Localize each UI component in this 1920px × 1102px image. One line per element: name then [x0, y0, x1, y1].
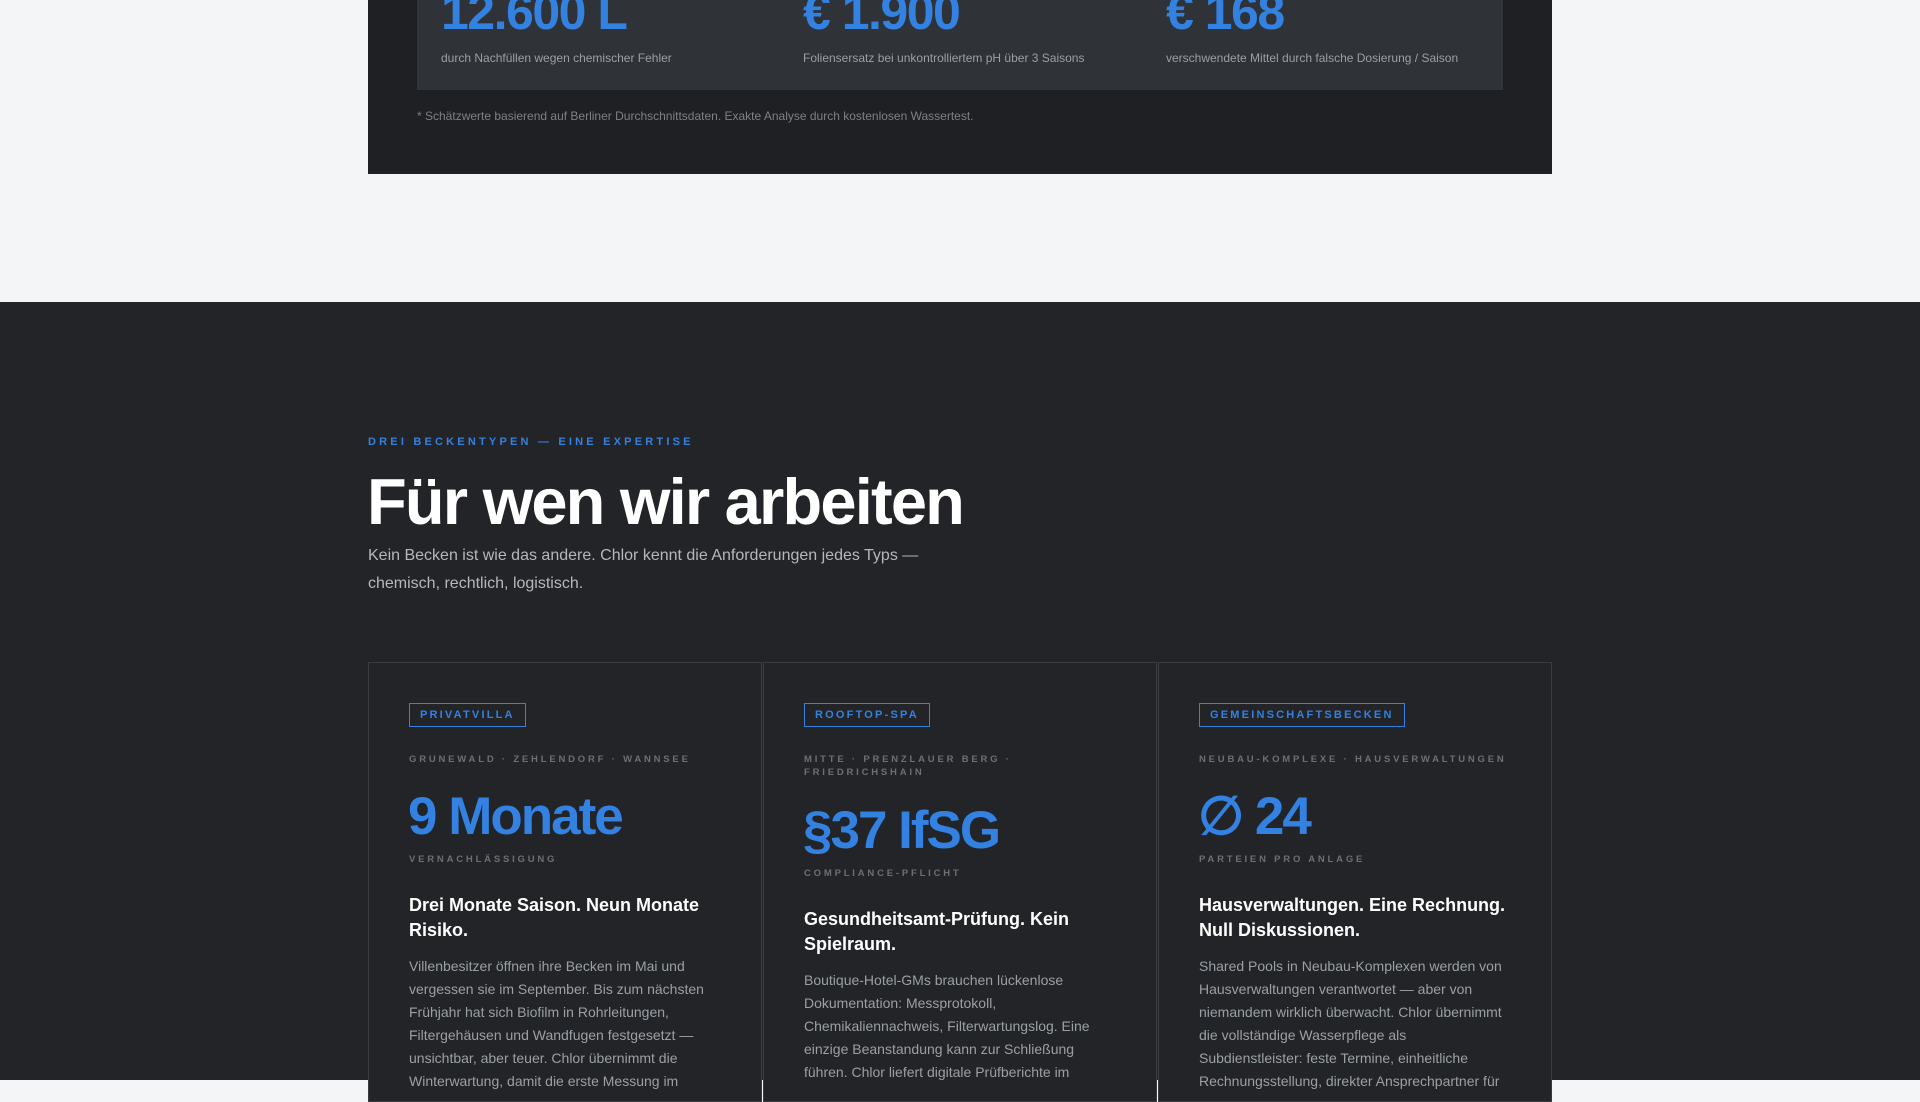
- card-big-label: PARTEIEN PRO ANLAGE: [1199, 854, 1366, 865]
- card-privatvilla: PRIVATVILLA GRUNEWALD · ZEHLENDORF · WAN…: [368, 662, 762, 1102]
- card-title: Drei Monate Saison. Neun Monate Risiko.: [409, 895, 700, 940]
- card-gemeinschaftsbecken: GEMEINSCHAFTSBECKEN NEUBAU-KOMPLEXE · HA…: [1158, 662, 1552, 1102]
- card-badge: GEMEINSCHAFTSBECKEN: [1199, 703, 1405, 727]
- card-badge: PRIVATVILLA: [409, 703, 526, 727]
- card-badge: ROOFTOP-SPA: [804, 703, 930, 727]
- card-big-value: 9 Monate: [408, 787, 624, 846]
- card-locations: GRUNEWALD · ZEHLENDORF · WANNSEE: [409, 754, 691, 765]
- audience-section: DREI BECKENTYPEN — EINE EXPERTISE Für we…: [0, 302, 1920, 1102]
- card-big-label: COMPLIANCE-PFLICHT: [804, 868, 962, 879]
- stat-description: durch Nachfüllen wegen chemischer Fehler: [441, 51, 672, 65]
- section-title: Für wen wir arbeiten: [367, 465, 965, 538]
- card-text: Villenbesitzer öffnen ihre Becken im Mai…: [409, 958, 704, 1089]
- card-text: Boutique-Hotel-GMs brauchen lückenlose D…: [804, 972, 1090, 1080]
- card-title: Hausverwaltungen. Eine Rechnung. Null Di…: [1199, 895, 1506, 940]
- card-big-label: VERNACHLÄSSIGUNG: [409, 854, 558, 865]
- card-rooftop-spa: ROOFTOP-SPA MITTE · PRENZLAUER BERG · FR…: [763, 662, 1157, 1102]
- card-big-value: ∅ 24: [1198, 787, 1312, 846]
- card-locations: MITTE · PRENZLAUER BERG · FRIEDRICHSHAIN: [804, 754, 1012, 778]
- section-eyebrow: DREI BECKENTYPEN — EINE EXPERTISE: [368, 436, 694, 448]
- stat-value: 12.600 L: [441, 0, 628, 40]
- stat-value: € 168: [1166, 0, 1285, 40]
- stat-value: € 1.900: [803, 0, 961, 40]
- stat-description: Foliensersatz bei unkontrolliertem pH üb…: [803, 51, 1085, 65]
- card-text: Shared Pools in Neubau-Komplexen werden …: [1199, 958, 1502, 1089]
- stats-panel: 12.600 L durch Nachfüllen wegen chemisch…: [368, 0, 1552, 174]
- card-big-value: §37 IfSG: [803, 801, 1001, 860]
- stats-footnote: * Schätzwerte basierend auf Berliner Dur…: [417, 109, 974, 123]
- stat-description: verschwendete Mittel durch falsche Dosie…: [1166, 51, 1459, 65]
- card-locations: NEUBAU-KOMPLEXE · HAUSVERWALTUNGEN: [1199, 754, 1507, 765]
- section-lead: Kein Becken ist wie das andere. Chlor ke…: [368, 547, 919, 592]
- card-title: Gesundheitsamt-Prüfung. Kein Spielraum.: [804, 909, 1070, 954]
- stats-box: 12.600 L durch Nachfüllen wegen chemisch…: [417, 0, 1503, 90]
